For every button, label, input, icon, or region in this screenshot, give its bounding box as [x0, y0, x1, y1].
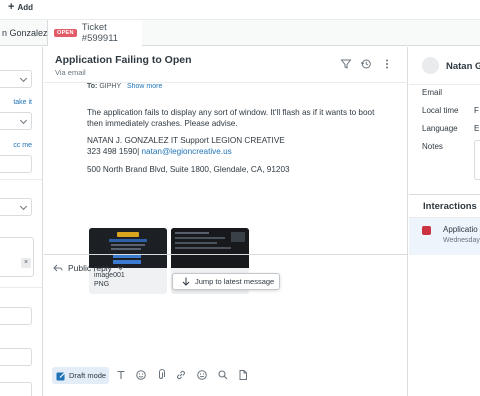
attachment-thumbnail [171, 228, 249, 268]
history-icon[interactable] [360, 58, 372, 70]
document-icon[interactable] [237, 369, 249, 381]
local-time-label: Local time [422, 106, 459, 115]
signature-contact: 323 498 1590| natan@legioncreative.us [87, 146, 397, 157]
interaction-title: Applicatio [443, 225, 478, 234]
properties-field-6[interactable] [0, 348, 32, 366]
ticket-properties-panel: take it cc me × [0, 47, 43, 396]
properties-select-1[interactable] [0, 70, 32, 88]
requester-name[interactable]: Natan G [446, 61, 480, 72]
interactions-heading: Interactions [423, 201, 477, 212]
to-prefix: To: [87, 83, 98, 90]
plus-icon: + [8, 1, 15, 13]
composer-toolbar: Draft mode [44, 365, 408, 389]
signature-phone: 323 498 1590| [87, 147, 140, 156]
message-text-line: then immediately crashes. Please advise. [87, 119, 238, 128]
link-icon[interactable] [175, 369, 187, 381]
remove-tag-icon[interactable]: × [21, 258, 31, 268]
to-value: GIPHY [99, 83, 121, 90]
conversation-panel: Application Failing to Open Via email To… [44, 47, 408, 396]
draft-edit-icon [56, 372, 65, 380]
tab-user-label: n Gonzalez [2, 27, 48, 38]
signature-address: 500 North Brand Blvd, Suite 1800, Glenda… [87, 165, 290, 174]
draft-mode-button[interactable]: Draft mode [52, 367, 109, 384]
chevron-down-icon [19, 116, 28, 125]
chevron-down-icon [117, 266, 124, 270]
signature-line: NATAN J. GONZALEZ IT Support LEGION CREA… [87, 136, 285, 145]
tab-user[interactable]: n Gonzalez [0, 20, 48, 45]
reply-mode-selector[interactable]: Public reply [53, 263, 124, 273]
notes-field[interactable] [474, 140, 480, 180]
recipient-line: To: GIPHY Show more [87, 83, 162, 90]
tab-ticket-label: Ticket #599911 [81, 22, 119, 44]
properties-field-3[interactable] [0, 155, 32, 173]
properties-select-4[interactable] [0, 198, 32, 216]
search-icon[interactable] [217, 369, 229, 381]
attachment-thumbnail [89, 228, 167, 268]
add-button[interactable]: + Add [8, 1, 33, 13]
emoji-icon[interactable] [135, 369, 147, 381]
thumbnail-image [171, 228, 249, 268]
signature-email-link[interactable]: natan@legioncreative.us [142, 147, 232, 156]
language-value: E [474, 124, 480, 133]
divider [409, 194, 480, 195]
chevron-down-icon [19, 202, 28, 211]
attachment-icon[interactable] [155, 369, 167, 381]
text-format-icon[interactable] [115, 369, 127, 381]
cc-me-link[interactable]: cc me [13, 142, 32, 149]
draft-mode-label: Draft mode [69, 371, 107, 380]
avatar [422, 57, 439, 74]
email-label: Email [422, 88, 443, 97]
reply-mode-label: Public reply [68, 263, 112, 273]
ticket-title: Application Failing to Open [55, 54, 192, 66]
chevron-down-icon [19, 74, 28, 83]
status-badge: OPEN [54, 29, 77, 37]
add-label: Add [17, 2, 33, 12]
ticket-channel: Via email [55, 68, 86, 77]
local-time-value: F [474, 106, 479, 115]
notes-label: Notes [422, 142, 443, 151]
top-bar: + Add [0, 0, 480, 20]
reply-editor[interactable] [44, 277, 408, 362]
ticket-status-icon [422, 226, 431, 235]
properties-field-5[interactable] [0, 307, 32, 325]
reply-icon [53, 264, 63, 272]
divider [0, 287, 42, 288]
requester-panel: Natan G Email Local time F Language E No… [409, 47, 480, 396]
message-body: The application fails to display any sor… [87, 107, 397, 129]
interaction-date: Wednesday [443, 237, 480, 244]
interaction-item[interactable]: Applicatio Wednesday [409, 218, 480, 255]
tags-field[interactable]: × [0, 237, 34, 277]
tab-ticket[interactable]: OPEN Ticket #599911 [48, 20, 142, 46]
reply-divider [44, 254, 408, 255]
emoji-picker-icon[interactable] [196, 369, 208, 381]
thumbnail-image [89, 228, 167, 268]
take-it-link[interactable]: take it [13, 99, 32, 106]
language-label: Language [422, 124, 458, 133]
show-more-link[interactable]: Show more [127, 83, 162, 90]
properties-field-7[interactable] [0, 382, 32, 396]
tab-bar: n Gonzalez OPEN Ticket #599911 [0, 20, 480, 46]
more-options-icon[interactable] [381, 58, 393, 70]
message-text-line: The application fails to display any sor… [87, 108, 375, 117]
ticket-header: Application Failing to Open Via email [44, 47, 408, 83]
filter-icon[interactable] [340, 58, 352, 70]
signature: NATAN J. GONZALEZ IT Support LEGION CREA… [87, 135, 397, 157]
requester-header: Natan G [409, 47, 480, 85]
divider [0, 179, 42, 180]
properties-select-2[interactable] [0, 112, 32, 130]
